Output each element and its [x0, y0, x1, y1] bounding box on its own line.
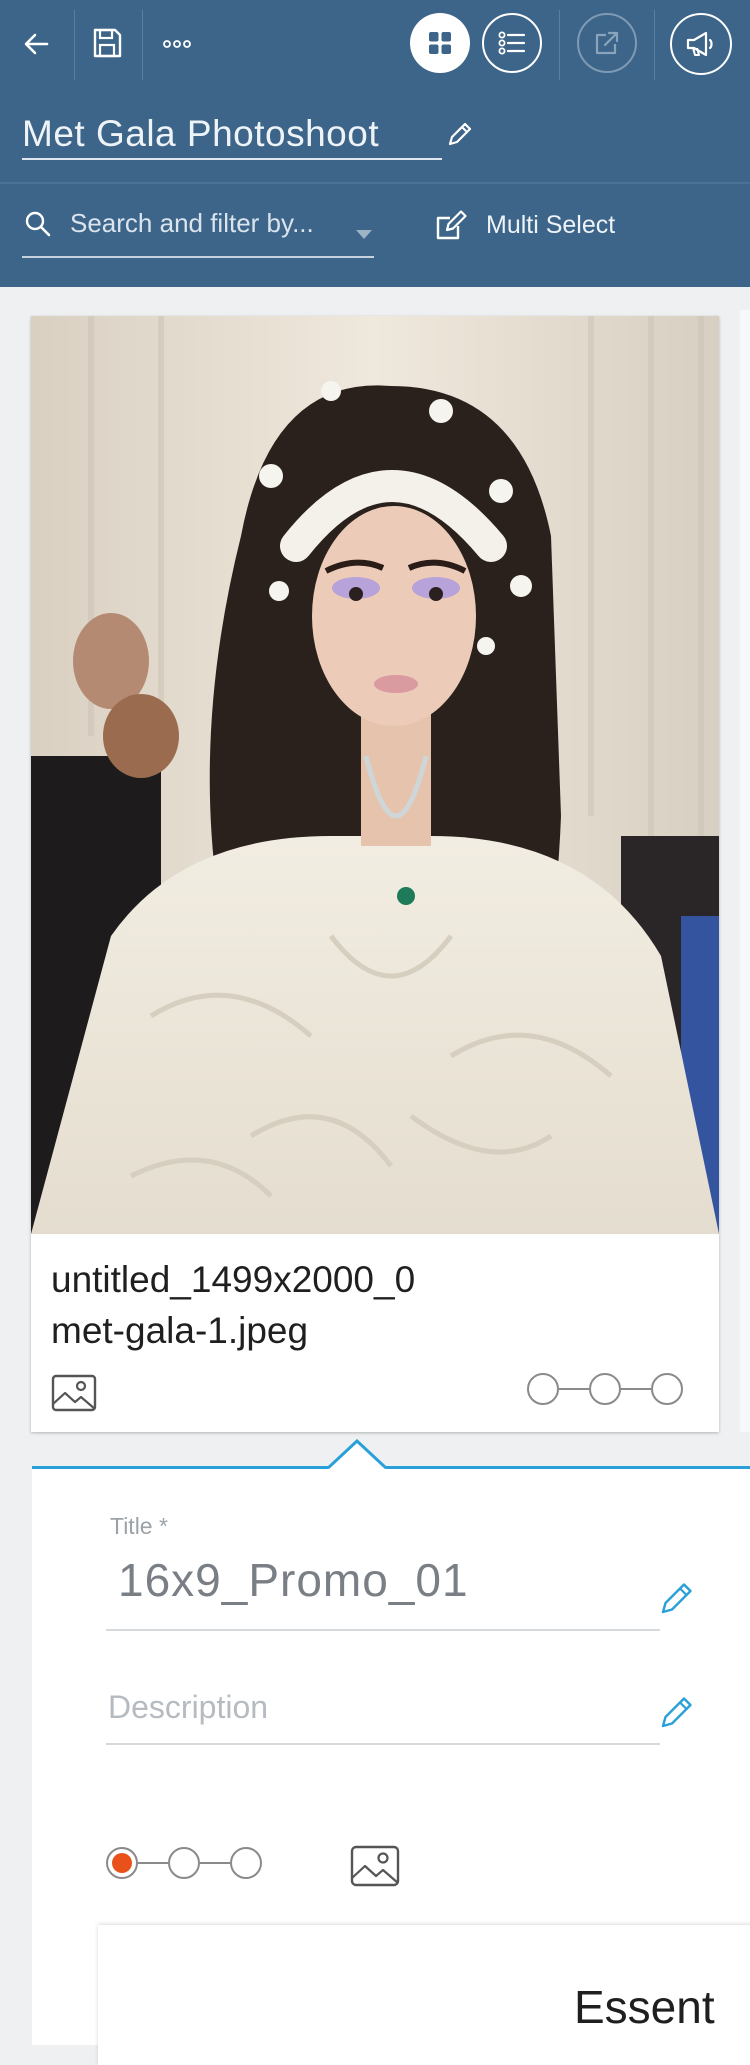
announcements-button[interactable]	[670, 13, 732, 75]
essentials-heading: Essent	[574, 1981, 715, 2033]
save-button[interactable]	[84, 20, 130, 66]
app-header: Met Gala Photoshoot Search and filter by…	[0, 0, 750, 287]
chevron-down-icon[interactable]	[356, 230, 372, 240]
search-icon	[25, 211, 51, 237]
search-input[interactable]: Search and filter by...	[22, 200, 374, 258]
ellipsis-icon	[163, 40, 191, 48]
project-title-text: Met Gala Photoshoot	[22, 113, 380, 154]
back-button[interactable]	[14, 22, 58, 66]
grid-view-icon	[429, 32, 451, 54]
title-field-value[interactable]: 16x9_Promo_01	[118, 1553, 469, 1607]
next-card-peek	[740, 310, 750, 1432]
description-field[interactable]: Description	[108, 1689, 268, 1726]
multi-select-button[interactable]: Multi Select	[434, 208, 615, 242]
asset-thumbnail[interactable]	[31, 316, 719, 1234]
filename-line-1: untitled_1499x2000_0	[51, 1259, 416, 1300]
asset-card[interactable]: untitled_1499x2000_0 met-gala-1.jpeg	[31, 316, 719, 1432]
external-link-icon	[595, 31, 619, 55]
description-field-underline	[106, 1743, 660, 1745]
status-step-1[interactable]	[527, 1373, 559, 1405]
list-view-icon	[498, 31, 526, 55]
search-placeholder: Search and filter by...	[70, 208, 314, 238]
pencil-icon[interactable]	[658, 1581, 694, 1617]
detail-status-steps[interactable]	[106, 1847, 262, 1879]
edit-square-icon	[436, 210, 467, 240]
megaphone-icon	[686, 31, 713, 57]
status-step-2[interactable]	[589, 1373, 621, 1405]
multi-select-label: Multi Select	[486, 210, 616, 239]
filename-line-2: met-gala-1.jpeg	[51, 1310, 309, 1351]
title-field-underline	[106, 1629, 660, 1631]
export-button[interactable]	[577, 13, 637, 73]
title-field-label: Title *	[110, 1513, 168, 1539]
project-title-field[interactable]: Met Gala Photoshoot	[22, 110, 442, 160]
image-icon	[51, 1374, 97, 1412]
panel-caret	[328, 1439, 386, 1469]
workflow-status-steps[interactable]	[527, 1373, 683, 1405]
asset-filename: untitled_1499x2000_0 met-gala-1.jpeg	[51, 1254, 651, 1356]
grid-view-button[interactable]	[410, 13, 470, 73]
edit-title-button[interactable]	[440, 114, 480, 154]
asset-details-panel: Title * 16x9_Promo_01 Description	[32, 1439, 750, 2065]
status-step-2[interactable]	[168, 1847, 200, 1879]
list-view-button[interactable]	[482, 13, 542, 73]
status-step-3[interactable]	[651, 1373, 683, 1405]
status-step-3[interactable]	[230, 1847, 262, 1879]
photo-image	[31, 316, 719, 1234]
pencil-icon[interactable]	[658, 1695, 694, 1731]
floppy-disk-icon	[93, 28, 122, 58]
arrow-left-icon	[24, 33, 49, 55]
image-icon	[350, 1845, 400, 1887]
pencil-icon	[448, 122, 472, 146]
status-step-1-active[interactable]	[106, 1847, 138, 1879]
more-options-button[interactable]	[154, 22, 200, 66]
